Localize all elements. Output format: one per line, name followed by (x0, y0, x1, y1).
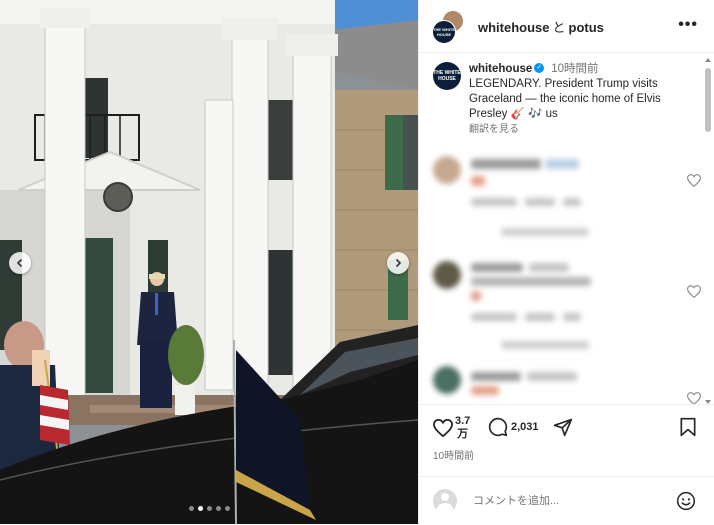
avatar-seal-text: THE WHITE HOUSE (433, 27, 455, 37)
verified-badge-icon: ✓ (534, 62, 545, 73)
carousel-dots (0, 506, 418, 511)
caption-text: LEGENDARY. President Trump visits Gracel… (469, 78, 661, 120)
caption-body: whitehouse ✓ 10時間前 LEGENDARY. President Tr… (469, 62, 697, 137)
post-header: THE WHITE HOUSE whitehouse と potus ••• (419, 0, 714, 53)
blurred-meta (563, 313, 581, 321)
caption-avatar[interactable]: THE WHITE HOUSE (433, 62, 461, 90)
comments-scrollbar[interactable] (704, 58, 712, 404)
post-photo (0, 0, 418, 524)
add-comment-bar (419, 476, 714, 525)
blurred-comment-emoji (471, 386, 499, 395)
caption-time[interactable]: 10時間前 (551, 63, 598, 75)
caption-avatar-text: THE WHITE HOUSE (433, 70, 461, 82)
comment-like-heart-icon[interactable] (687, 174, 701, 187)
next-photo-button[interactable] (387, 252, 409, 274)
translate-link[interactable]: 翻訳を見る (469, 124, 519, 135)
scroll-up-arrow-icon[interactable] (705, 58, 711, 62)
heart-icon (433, 419, 453, 437)
paper-plane-icon (553, 418, 573, 437)
chevron-left-icon (16, 258, 23, 268)
blurred-comment-emoji (471, 291, 481, 301)
comment-like-heart-icon[interactable] (687, 285, 701, 298)
post-actions: 3.7 万 2,031 10時間前 (419, 404, 714, 465)
carousel-dot (215, 506, 221, 511)
whitehouse-avatar: THE WHITE HOUSE (432, 20, 456, 44)
comment-input[interactable] (471, 494, 665, 508)
comment-count: 2,031 (511, 421, 539, 433)
blurred-username (471, 372, 521, 381)
blurred-replies (501, 341, 589, 349)
more-options-button[interactable]: ••• (678, 16, 698, 34)
account-link-whitehouse[interactable]: whitehouse (478, 20, 550, 35)
commenter-avatar[interactable] (433, 366, 461, 394)
save-button[interactable] (679, 417, 697, 437)
carousel-dot (224, 506, 230, 511)
chevron-right-icon (395, 258, 402, 268)
like-count-unit: 万 (457, 428, 469, 440)
blurred-meta (525, 198, 555, 206)
like-count[interactable]: 3.7 万 (455, 415, 470, 441)
blurred-meta (527, 372, 577, 381)
blurred-meta (471, 313, 517, 321)
bookmark-icon (680, 417, 696, 437)
caption-username[interactable]: whitehouse (469, 63, 532, 75)
comment-button[interactable]: 2,031 (488, 417, 539, 437)
carousel-dot (188, 506, 194, 511)
blurred-meta (529, 263, 569, 272)
account-link-potus[interactable]: potus (569, 20, 604, 35)
commenter-avatar[interactable] (433, 261, 461, 289)
blurred-comment-text (471, 277, 591, 286)
blurred-username (471, 263, 523, 272)
previous-photo-button[interactable] (9, 252, 31, 274)
header-accounts: whitehouse と potus (478, 17, 604, 36)
list-item (433, 150, 701, 255)
like-count-number: 3.7 (455, 415, 471, 427)
blurred-badge (545, 159, 579, 169)
blurred-comment-text (471, 176, 485, 186)
graceland-photo (0, 0, 418, 524)
post-timestamp[interactable]: 10時間前 (433, 447, 474, 462)
blurred-replies (501, 228, 589, 236)
blurred-meta (525, 313, 555, 321)
post-side-panel: THE WHITE HOUSE whitehouse と potus ••• THE… (418, 0, 714, 524)
post-caption: THE WHITE HOUSE whitehouse ✓ 10時間前 LEGENDA… (433, 62, 697, 137)
commenter-avatar[interactable] (433, 156, 461, 184)
blurred-meta (563, 198, 581, 206)
carousel-dot (206, 506, 212, 511)
instagram-post-view: THE WHITE HOUSE whitehouse と potus ••• THE… (0, 0, 714, 524)
like-button[interactable]: 3.7 万 (433, 415, 470, 441)
blurred-username (471, 159, 541, 169)
carousel-dot-active (197, 506, 203, 511)
account-connector: と (552, 19, 566, 35)
share-button[interactable] (553, 417, 573, 437)
list-item (433, 255, 701, 360)
collab-avatars[interactable]: THE WHITE HOUSE (432, 10, 464, 44)
blurred-meta (471, 198, 517, 206)
emoji-icon[interactable] (676, 491, 696, 511)
current-user-avatar (433, 489, 457, 513)
scrollbar-thumb[interactable] (705, 68, 711, 132)
comment-bubble-icon (488, 417, 508, 437)
